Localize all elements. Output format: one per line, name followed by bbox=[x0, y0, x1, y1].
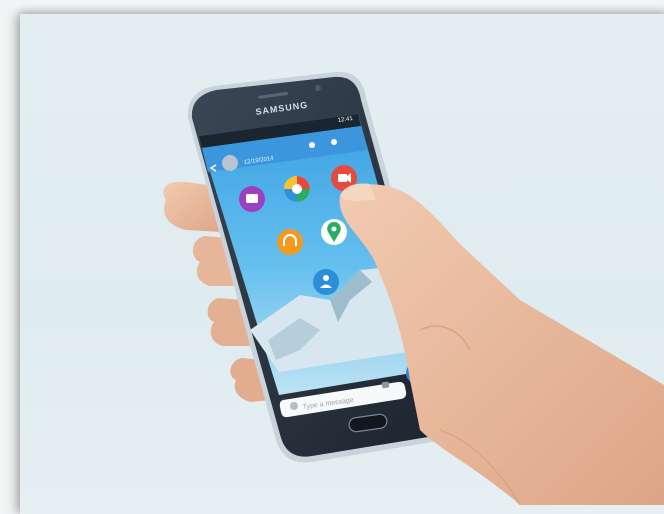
avatar[interactable] bbox=[222, 155, 238, 171]
contact-icon[interactable] bbox=[313, 269, 339, 295]
location-icon[interactable] bbox=[321, 219, 347, 245]
audio-icon[interactable] bbox=[277, 229, 303, 255]
sticker-icon[interactable] bbox=[381, 381, 390, 389]
photo-scene: SAMSUNG 12:41 12/19/2014 Type a message bbox=[163, 71, 664, 505]
gallery-icon[interactable] bbox=[239, 186, 265, 212]
emoji-icon[interactable] bbox=[290, 402, 298, 410]
camera-icon[interactable] bbox=[284, 176, 310, 202]
attach-icon[interactable] bbox=[331, 139, 337, 145]
phone-call-icon[interactable] bbox=[309, 142, 315, 148]
